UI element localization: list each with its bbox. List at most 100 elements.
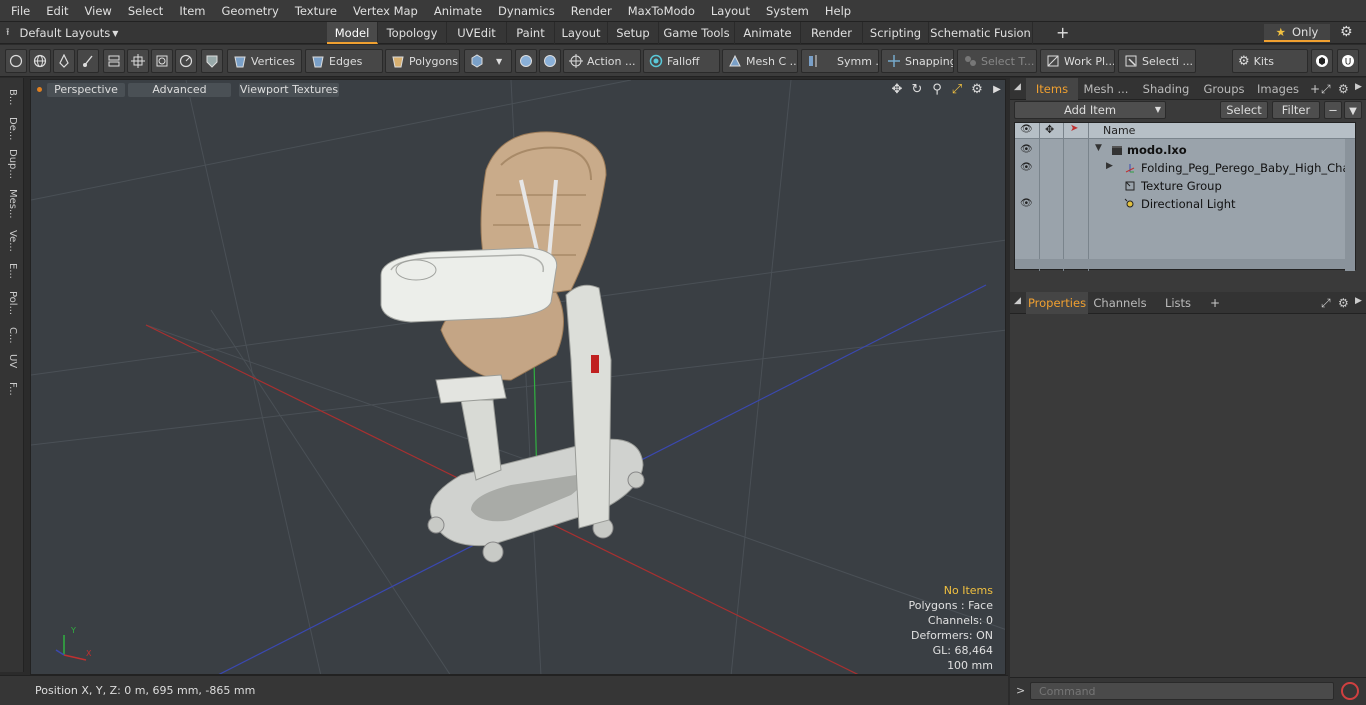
gear-icon[interactable]: ⚙: [969, 82, 985, 98]
layout-collapse-icon[interactable]: ⭱: [6, 25, 10, 42]
vertices-button[interactable]: Vertices: [227, 49, 302, 73]
menu-edit[interactable]: Edit: [38, 0, 76, 22]
expand-arrow-icon[interactable]: ▶: [1106, 161, 1113, 171]
menu-select[interactable]: Select: [120, 0, 171, 22]
tab-topology[interactable]: Topology: [378, 22, 447, 44]
symmetry-button[interactable]: Symm ...: [801, 49, 879, 73]
viewport-scene[interactable]: Y X: [31, 80, 1006, 675]
lock-column-icon[interactable]: ✥: [1045, 123, 1054, 136]
tab-basic[interactable]: B...: [3, 83, 21, 111]
panel-menu-icon[interactable]: ◢: [1014, 82, 1021, 92]
only-toggle[interactable]: ★ Only: [1264, 24, 1330, 42]
tree-row-directional-light[interactable]: 👁 Directional Light: [1015, 195, 1355, 213]
menu-system[interactable]: System: [758, 0, 817, 22]
kits-button[interactable]: ⚙ Kits: [1232, 49, 1308, 73]
tab-layout[interactable]: Layout: [555, 22, 608, 44]
symmetry-sphere-2-button[interactable]: [539, 49, 561, 73]
tab-scripting[interactable]: Scripting: [863, 22, 929, 44]
play-arrow-icon[interactable]: ▶: [989, 82, 1005, 98]
select-through-button[interactable]: Select T...: [957, 49, 1037, 73]
pen-tool-button[interactable]: [53, 49, 75, 73]
tab-fusion[interactable]: F...: [3, 374, 21, 404]
falloff-button[interactable]: Falloff: [643, 49, 720, 73]
tab-groups[interactable]: Groups: [1198, 78, 1250, 100]
advanced-button[interactable]: Advanced: [128, 83, 231, 97]
3d-viewport[interactable]: Y X Perspective Advanced Viewport Textur…: [30, 79, 1006, 675]
gear-icon[interactable]: ⚙: [1338, 82, 1349, 96]
tree-row-texture-group[interactable]: Texture Group: [1015, 177, 1355, 195]
add-tab-button[interactable]: +: [1056, 23, 1069, 42]
add-tab-icon[interactable]: +: [1310, 82, 1320, 96]
tab-paint[interactable]: Paint: [507, 22, 555, 44]
eye-column-icon[interactable]: 👁: [1020, 124, 1033, 135]
command-arrow-icon[interactable]: >: [1016, 684, 1025, 697]
viewport-textures-button[interactable]: Viewport Textures: [239, 83, 339, 97]
menu-maxtomodo[interactable]: MaxToModo: [620, 0, 703, 22]
command-input[interactable]: [1030, 682, 1334, 700]
center-button[interactable]: [151, 49, 173, 73]
add-item-button[interactable]: Add Item ▼: [1014, 101, 1166, 119]
tab-mesh-edit[interactable]: Mes...: [3, 184, 21, 224]
tab-mesh[interactable]: Mesh ...: [1080, 78, 1132, 100]
collapse-button[interactable]: −: [1324, 101, 1342, 119]
item-list-horizontal-scrollbar[interactable]: [1015, 259, 1355, 269]
work-plane-button[interactable]: Work Pl...: [1040, 49, 1115, 73]
tab-edge[interactable]: E...: [3, 258, 21, 284]
tab-items[interactable]: Items: [1026, 78, 1078, 100]
expand-arrow-icon[interactable]: ▼: [1095, 143, 1102, 153]
tree-row-mesh[interactable]: 👁 ▶ Folding_Peg_Perego_Baby_High_Chair_.…: [1015, 159, 1355, 177]
align-button[interactable]: [103, 49, 125, 73]
mesh-constraint-button[interactable]: Mesh C ...: [722, 49, 798, 73]
item-mode-button[interactable]: [201, 49, 223, 73]
tab-vertex[interactable]: Ve...: [3, 226, 21, 256]
tab-lists[interactable]: Lists: [1152, 292, 1204, 314]
tab-uv[interactable]: UV: [3, 350, 21, 372]
rotate-button[interactable]: [175, 49, 197, 73]
tab-deform[interactable]: De...: [3, 113, 21, 145]
select-circle-button[interactable]: [5, 49, 27, 73]
tab-polygon[interactable]: Pol...: [3, 286, 21, 320]
menu-vertex-map[interactable]: Vertex Map: [345, 0, 426, 22]
record-macro-icon[interactable]: [1341, 682, 1359, 700]
zoom-icon[interactable]: ⚲: [929, 82, 945, 98]
visibility-eye-icon[interactable]: 👁: [1020, 198, 1033, 209]
panel-arrow-icon[interactable]: ▶: [1355, 82, 1362, 92]
name-column-header[interactable]: Name: [1103, 124, 1135, 137]
menu-texture[interactable]: Texture: [287, 0, 345, 22]
transform-button[interactable]: [127, 49, 149, 73]
add-tab-icon[interactable]: +: [1210, 296, 1220, 310]
panel-menu-icon[interactable]: ◢: [1014, 296, 1021, 306]
select-button[interactable]: Select: [1220, 101, 1268, 119]
action-center-button[interactable]: Action ...: [563, 49, 641, 73]
perspective-button[interactable]: Perspective: [47, 83, 125, 97]
tab-channels[interactable]: Channels: [1090, 292, 1150, 314]
filter-button[interactable]: Filter: [1272, 101, 1320, 119]
tab-animate[interactable]: Animate: [735, 22, 801, 44]
tab-model[interactable]: Model: [327, 22, 378, 44]
maximize-icon[interactable]: ⤢: [949, 82, 965, 98]
polygons-button[interactable]: Polygons: [385, 49, 460, 73]
menu-view[interactable]: View: [77, 0, 120, 22]
viewport-menu-dot[interactable]: [37, 87, 42, 92]
unity-button[interactable]: [1311, 49, 1333, 73]
menu-render[interactable]: Render: [563, 0, 620, 22]
symmetry-sphere-button[interactable]: [515, 49, 537, 73]
tab-schematic-fusion[interactable]: Schematic Fusion: [929, 22, 1033, 44]
tab-game-tools[interactable]: Game Tools: [659, 22, 735, 44]
visibility-eye-icon[interactable]: 👁: [1020, 162, 1033, 173]
expand-icon[interactable]: ⤢: [1321, 82, 1331, 97]
menu-dynamics[interactable]: Dynamics: [490, 0, 563, 22]
menu-help[interactable]: Help: [817, 0, 859, 22]
expand-icon[interactable]: ⤢: [1321, 296, 1331, 311]
tab-shading[interactable]: Shading: [1136, 78, 1196, 100]
tab-uvedit[interactable]: UVEdit: [447, 22, 507, 44]
gear-icon[interactable]: ⚙: [1340, 24, 1353, 40]
menu-animate[interactable]: Animate: [426, 0, 490, 22]
unreal-button[interactable]: U: [1337, 49, 1359, 73]
tab-properties[interactable]: Properties: [1026, 292, 1088, 314]
rotate-view-icon[interactable]: ↻: [909, 82, 925, 98]
selection-sets-button[interactable]: Selecti ...: [1118, 49, 1196, 73]
menu-file[interactable]: File: [0, 0, 38, 22]
high-chair-model[interactable]: [380, 131, 645, 563]
panel-arrow-icon[interactable]: ▶: [1355, 296, 1362, 306]
